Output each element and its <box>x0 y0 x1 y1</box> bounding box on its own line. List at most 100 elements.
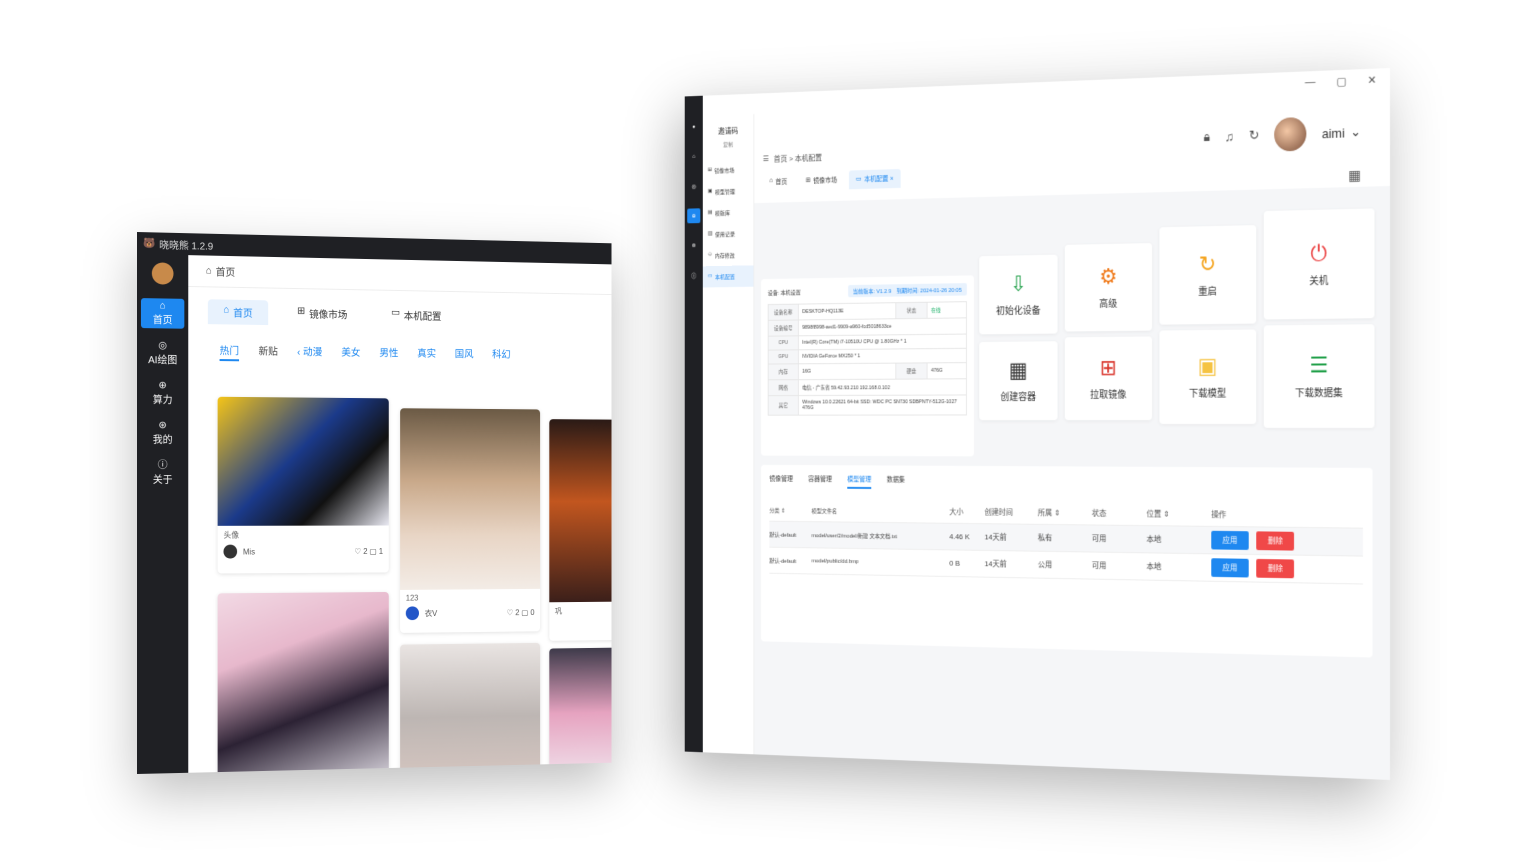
box-icon: ▣ <box>707 188 713 195</box>
nav-home[interactable]: ⌂ 首页 <box>140 298 185 329</box>
tab-home[interactable]: ⌂ 首页 <box>763 172 794 192</box>
nav-compute[interactable]: ⊕ 算力 <box>141 378 184 408</box>
submenu-item-usage[interactable]: ▥ 使用记录 <box>703 223 754 245</box>
init-device-button[interactable]: ⇩ 初始化设备 <box>979 254 1058 335</box>
category-male[interactable]: 男性 <box>379 344 398 363</box>
shutdown-button[interactable]: ⏻ 关机 <box>1263 208 1375 320</box>
tab-container-manage[interactable]: 容器管理 <box>808 474 832 488</box>
menu-toggle-icon[interactable]: ☰ <box>763 154 769 164</box>
info-icon[interactable]: ⓘ <box>687 267 700 282</box>
category-hot[interactable]: 热门 <box>219 342 240 362</box>
table-row: GPU NVIDIA GeForce MX250 * 1 <box>768 348 967 365</box>
user-icon[interactable]: ⊛ <box>687 238 700 253</box>
nav-about[interactable]: ⓘ 关于 <box>141 458 184 488</box>
compute-icon[interactable]: ⊕ <box>687 208 701 224</box>
submenu-item-model-manage[interactable]: ▣ 模型管理 <box>703 180 754 203</box>
maximize-icon[interactable]: ▢ <box>1336 74 1346 87</box>
monitor-icon: ▭ <box>391 307 401 319</box>
lock-icon[interactable]: 🔒︎ <box>1204 129 1210 145</box>
advanced-button[interactable]: ⚙ 高级 <box>1064 243 1153 332</box>
bear-logo-icon: ● <box>692 124 696 131</box>
palette-icon[interactable]: ◎ <box>687 179 700 194</box>
pull-image-button[interactable]: ⊞ 拉取镜像 <box>1064 336 1153 421</box>
invite-code-label: 邀请码 <box>718 126 739 136</box>
nav-mine[interactable]: ⊛ 我的 <box>141 418 184 448</box>
username: aimi <box>1321 125 1345 141</box>
palette-icon: ◎ <box>158 339 167 351</box>
expire-time: 到期时间: 2024-01-26 20:05 <box>896 287 962 295</box>
breadcrumb-label: 首页 <box>215 267 236 279</box>
cell-owner: 私有 <box>1037 533 1053 543</box>
bell-icon[interactable]: ♫ <box>1225 129 1234 144</box>
image-card[interactable]: 123 衣V ♡ 2 ▢ 0 <box>400 408 541 633</box>
image-card[interactable] <box>549 647 612 774</box>
column-header[interactable]: 分类 ⇕ <box>769 506 811 515</box>
artwork-image <box>217 396 389 526</box>
info-icon: ⓘ <box>157 459 168 471</box>
action-tiles: ⇩ 初始化设备 ⚙ 高级 ↻ 重启 ⏻ 关机 ▦ 创建容器 ⊞ 拉取镜像 ▣ 下… <box>979 188 1376 438</box>
cell-location: 本地 <box>1146 534 1162 544</box>
home-icon[interactable]: ⌂ <box>687 149 700 164</box>
submenu-item-memory[interactable]: ♲ 内存修改 <box>703 244 754 266</box>
tab-local-config[interactable]: ▭ 本机配置 × <box>849 168 901 190</box>
create-container-button[interactable]: ▦ 创建容器 <box>979 341 1058 421</box>
category-guofeng[interactable]: 国风 <box>455 346 474 365</box>
user-menu[interactable]: aimi ⌄ <box>1322 124 1361 141</box>
back-app-window: 🐻 晓晓熊 1.2.9 ⌂ 首页 ◎ AI绘图 ⊕ 算力 ⊛ 我的 ⓘ 关于 ⌂… <box>137 232 612 774</box>
submenu-label: 模版库 <box>714 211 730 218</box>
category-bar: 热门 新贴 ‹ 动漫 美女 男性 真实 国风 科幻 <box>188 324 611 366</box>
image-card[interactable] <box>217 591 389 774</box>
download-dataset-button[interactable]: ☰ 下载数据集 <box>1263 324 1375 428</box>
tab-label: 镜像市场 <box>813 177 838 185</box>
nav-label: 算力 <box>152 394 173 406</box>
submenu-item-local-config[interactable]: ▭ 本机配置 <box>702 265 754 288</box>
image-card[interactable]: 巩 <box>549 419 612 641</box>
card-stats: ♡ 2 ▢ 1 <box>354 546 384 556</box>
header-toolbar: 🔒︎ ♫ ↻ aimi ⌄ <box>1204 115 1361 154</box>
category-new[interactable]: 新贴 <box>258 343 277 362</box>
category-beauty[interactable]: 美女 <box>341 344 360 363</box>
tab-dataset[interactable]: 数据集 <box>887 475 905 489</box>
card-caption: 123 <box>405 593 419 603</box>
category-anime[interactable]: ‹ 动漫 <box>297 343 322 362</box>
front-submenu: 邀请码 复制 ⊞ 镜像市场 ▣ 模型管理 ▤ 模版库 ▥ 使用记录 ♲ 内存修改 ▭ 本机配… <box>702 114 755 755</box>
tab-image-market[interactable]: ⊞ 镜像市场 <box>282 301 363 327</box>
submenu-item-templates[interactable]: ▤ 模版库 <box>703 201 754 224</box>
download-model-button[interactable]: ▣ 下载模型 <box>1159 329 1257 424</box>
cell-time: 14天前 <box>984 559 1007 569</box>
copy-link[interactable]: 复制 <box>703 139 754 149</box>
tab-local-config[interactable]: ▭ 本机配置 <box>376 302 457 328</box>
refresh-icon[interactable]: ↻ <box>1249 127 1259 143</box>
category-scifi[interactable]: 科幻 <box>492 346 511 365</box>
column-header[interactable]: 位置 ⇕ <box>1147 509 1212 520</box>
column-header[interactable]: 所属 ⇕ <box>1038 508 1092 519</box>
minimize-icon[interactable]: — <box>1305 76 1315 88</box>
submenu-item-image-market[interactable]: ⊞ 镜像市场 <box>703 159 754 182</box>
database-icon: ☰ <box>1309 352 1329 377</box>
restart-button[interactable]: ↻ 重启 <box>1159 225 1257 325</box>
breadcrumb: ☰ 首页 > 本机配置 <box>763 153 822 165</box>
nav-ai-draw[interactable]: ◎ AI绘图 <box>141 338 184 369</box>
home-icon: ⌂ <box>205 265 212 277</box>
tab-home[interactable]: ⌂ 首页 <box>207 299 269 326</box>
avatar[interactable] <box>1274 116 1307 152</box>
delete-button[interactable]: 删除 <box>1256 558 1295 579</box>
front-tabs: ⌂ 首页 ⊞ 镜像市场 ▭ 本机配置 × <box>763 168 901 192</box>
card-caption: 头像 <box>223 530 240 540</box>
delete-button[interactable]: 删除 <box>1256 531 1295 551</box>
close-icon[interactable]: ✕ <box>1368 73 1377 86</box>
cell-time: 14天前 <box>984 532 1007 542</box>
apps-grid-icon[interactable]: ▦ <box>1348 167 1361 184</box>
apply-button[interactable]: 应用 <box>1211 558 1249 578</box>
category-real[interactable]: 真实 <box>417 345 436 364</box>
tab-label: 首页 <box>775 178 788 186</box>
tab-image-market[interactable]: ⊞ 镜像市场 <box>799 171 844 191</box>
tab-image-manage[interactable]: 镜像管理 <box>769 474 793 488</box>
image-card[interactable]: 头像 Mis ♡ 2 ▢ 1 <box>217 396 389 574</box>
tab-model-manage[interactable]: 模型管理 <box>847 474 872 489</box>
home-icon: ⌂ <box>769 177 773 185</box>
image-card[interactable] <box>400 642 541 774</box>
artwork-image <box>549 647 612 774</box>
apply-button[interactable]: 应用 <box>1211 530 1249 550</box>
action-label: 创建容器 <box>1000 391 1037 403</box>
